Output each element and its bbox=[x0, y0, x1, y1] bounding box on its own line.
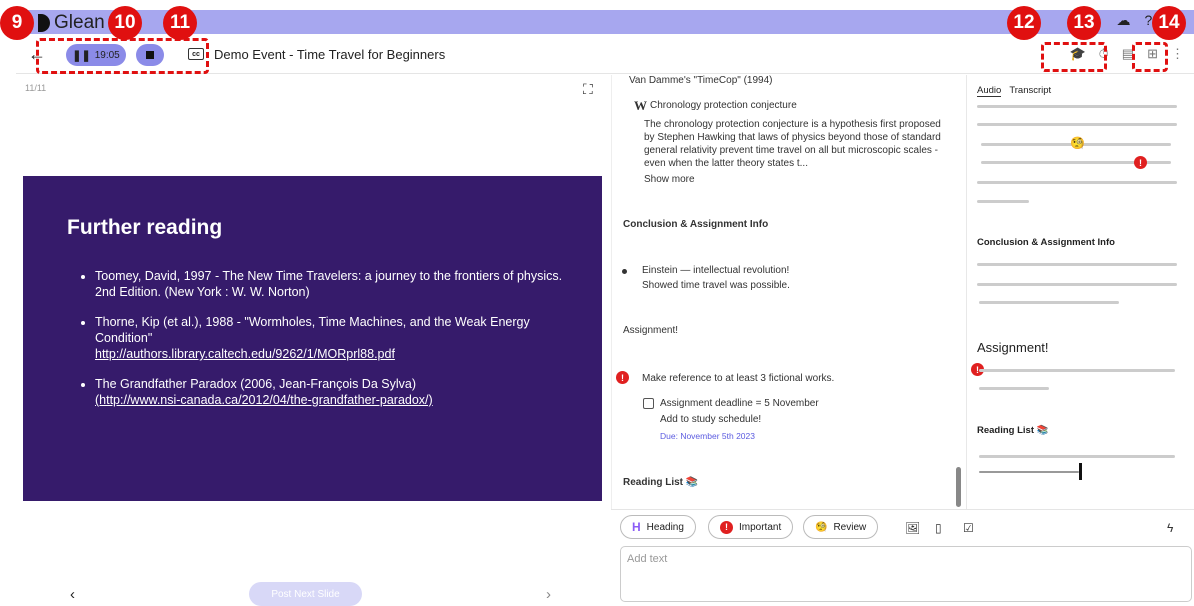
notes-scrollbar[interactable] bbox=[956, 467, 961, 507]
review-marker-icon: 🧐 bbox=[1070, 136, 1085, 150]
image-icon[interactable]: 🖼 bbox=[905, 521, 920, 535]
slide-viewer: 11/11 ⛶ Further reading Toomey, David, 1… bbox=[16, 75, 611, 606]
lightning-icon[interactable]: ϟ bbox=[1167, 521, 1173, 535]
logo-mark-icon bbox=[38, 14, 50, 32]
reading-list: Toomey, David, 1997 - The New Time Trave… bbox=[95, 268, 565, 422]
slide-content: Further reading Toomey, David, 1997 - Th… bbox=[23, 176, 602, 501]
review-chip[interactable]: 🧐 Review bbox=[803, 515, 879, 539]
annotation-outline-layout bbox=[1132, 42, 1168, 72]
note-text: Einstein — intellectual revolution! bbox=[642, 265, 790, 276]
important-chip[interactable]: ! Important bbox=[708, 515, 794, 539]
audio-line bbox=[977, 263, 1177, 266]
note-text: Make reference to at least 3 fictional w… bbox=[642, 373, 835, 384]
audio-progress-line bbox=[979, 471, 1079, 473]
reading-link[interactable]: (http://www.nsi-canada.ca/2012/04/the-gr… bbox=[95, 393, 433, 407]
note-text: Showed time travel was possible. bbox=[642, 280, 790, 291]
reading-list-heading: Reading List 📚 bbox=[623, 477, 699, 488]
annotation-badge-13: 13 bbox=[1067, 6, 1101, 40]
event-title: Demo Event - Time Travel for Beginners bbox=[214, 47, 446, 62]
slide-title: Further reading bbox=[67, 216, 223, 239]
wiki-link[interactable]: Chronology protection conjecture bbox=[650, 100, 797, 111]
review-icon: 🧐 bbox=[815, 521, 828, 533]
post-next-slide-button[interactable]: Post Next Slide bbox=[249, 582, 362, 606]
outline-tabs: Audio Transcript bbox=[977, 85, 1051, 97]
next-slide-icon[interactable]: › bbox=[546, 586, 551, 603]
chip-label: Heading bbox=[646, 521, 684, 533]
tab-transcript[interactable]: Transcript bbox=[1009, 85, 1051, 97]
note-editor: H Heading ! Important 🧐 Review 🖼 ▯ ☑ ϟ A… bbox=[611, 509, 1194, 606]
note-text: Assignment deadline = 5 November bbox=[660, 398, 819, 409]
checkbox-icon[interactable]: ☑ bbox=[963, 521, 974, 535]
audio-outline-panel: Audio Transcript 🧐 ! Conclusion & Assign… bbox=[966, 75, 1194, 509]
chip-label: Review bbox=[833, 521, 867, 533]
fullscreen-icon[interactable]: ⛶ bbox=[583, 81, 593, 98]
note-text: Van Damme's "TimeCop" (1994) bbox=[629, 75, 773, 86]
reading-link[interactable]: http://authors.library.caltech.edu/9262/… bbox=[95, 347, 395, 361]
audio-line bbox=[979, 369, 1175, 372]
important-icon: ! bbox=[720, 520, 733, 534]
cloud-upload-icon[interactable]: ☁ bbox=[1117, 12, 1131, 29]
heading-chip[interactable]: H Heading bbox=[620, 515, 696, 539]
bullet bbox=[622, 269, 627, 274]
annotation-badge-9: 9 bbox=[0, 6, 34, 40]
audio-line bbox=[979, 387, 1049, 390]
assignment-checkbox[interactable] bbox=[643, 398, 654, 409]
annotation-badge-12: 12 bbox=[1007, 6, 1041, 40]
logo-text: Glean bbox=[54, 12, 105, 33]
previous-slide-icon[interactable]: ‹ bbox=[70, 586, 75, 603]
show-more-link[interactable]: Show more bbox=[644, 174, 695, 185]
note-text-input[interactable]: Add text bbox=[620, 546, 1192, 602]
due-date: Due: November 5th 2023 bbox=[660, 431, 755, 441]
audio-line bbox=[977, 105, 1177, 108]
slide-navigation: ‹ Post Next Slide › bbox=[16, 582, 611, 606]
note-text: Add to study schedule! bbox=[660, 414, 762, 425]
annotation-badge-11: 11 bbox=[163, 6, 197, 40]
annotation-outline-tools bbox=[1041, 42, 1107, 72]
annotation-outline-playback bbox=[36, 38, 209, 74]
audio-playhead[interactable] bbox=[1079, 463, 1082, 480]
audio-line bbox=[977, 181, 1177, 184]
annotation-badge-10: 10 bbox=[108, 6, 142, 40]
more-menu-icon[interactable]: ⋮ bbox=[1171, 46, 1184, 62]
tab-audio[interactable]: Audio bbox=[977, 85, 1002, 97]
audio-line bbox=[979, 455, 1175, 458]
audio-line bbox=[979, 301, 1119, 304]
chip-label: Important bbox=[739, 521, 782, 533]
important-icon: ! bbox=[616, 371, 629, 384]
conclusion-heading: Conclusion & Assignment Info bbox=[623, 219, 769, 230]
wiki-summary: The chronology protection conjecture is … bbox=[644, 119, 941, 169]
reading-list-heading: Reading List 📚 bbox=[977, 425, 1049, 436]
glean-logo: Glean bbox=[38, 12, 105, 34]
audio-line bbox=[977, 200, 1029, 203]
reading-item: Toomey, David, 1997 - The New Time Trave… bbox=[95, 268, 565, 300]
important-marker-icon: ! bbox=[1134, 156, 1147, 169]
audio-line bbox=[977, 123, 1177, 126]
annotation-badge-14: 14 bbox=[1152, 6, 1186, 40]
heading-icon: H bbox=[632, 520, 641, 534]
assignment-heading: Assignment! bbox=[623, 325, 679, 336]
notes-panel: Van Damme's "TimeCop" (1994) W Chronolog… bbox=[611, 75, 965, 509]
wikipedia-icon: W bbox=[634, 98, 647, 113]
assignment-heading: Assignment! bbox=[977, 340, 1049, 355]
slide-counter: 11/11 bbox=[25, 83, 47, 93]
reading-item: Thorne, Kip (et al.), 1988 - "Wormholes,… bbox=[95, 314, 565, 362]
audio-line bbox=[977, 283, 1177, 286]
book-icon[interactable]: ▯ bbox=[935, 521, 942, 535]
reading-item: The Grandfather Paradox (2006, Jean-Fran… bbox=[95, 376, 565, 408]
conclusion-heading: Conclusion & Assignment Info bbox=[977, 237, 1115, 248]
